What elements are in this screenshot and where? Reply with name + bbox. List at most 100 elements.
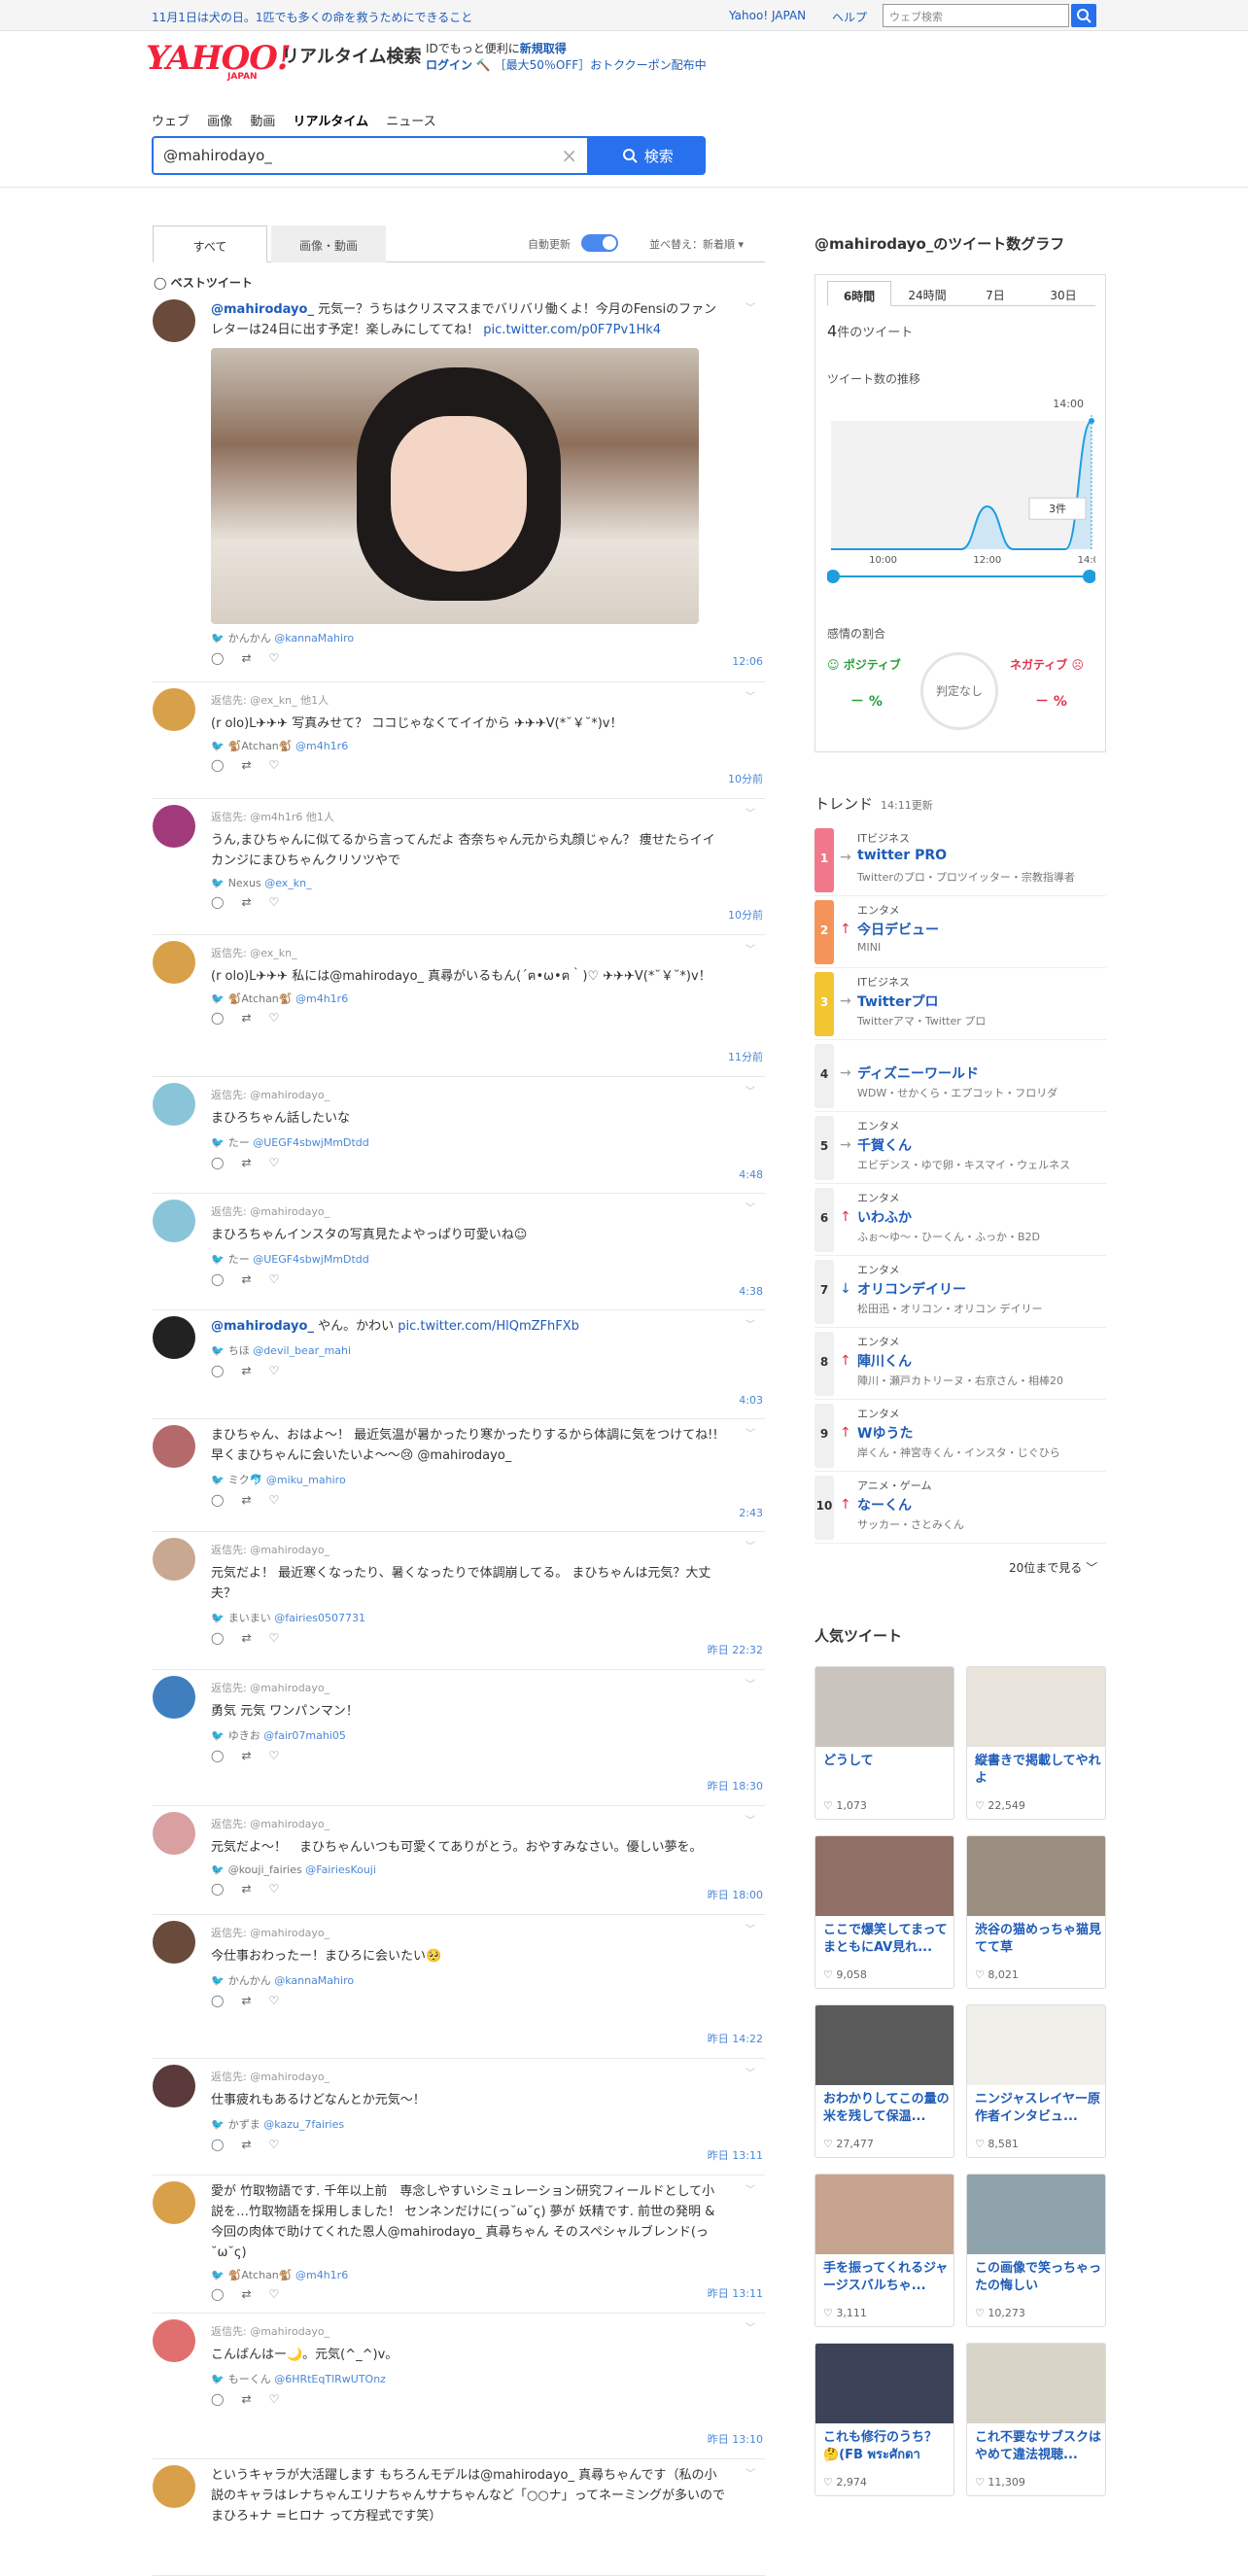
user-name[interactable]: たー [228,1136,250,1149]
reply-icon[interactable]: ◯ [211,1493,241,1507]
card-title[interactable]: 渋谷の猫めっちゃ猫見てて草 [975,1922,1101,1957]
user-handle[interactable]: @m4h1r6 [295,740,348,752]
retweet-icon[interactable]: ⇄ [241,1011,268,1025]
like-icon[interactable]: ♡ [269,2392,297,2406]
chevron-down-icon[interactable]: ﹀ [745,2319,755,2334]
chevron-down-icon[interactable]: ﹀ [745,2181,755,2196]
chevron-down-icon[interactable]: ﹀ [745,1425,755,1440]
chevron-down-icon[interactable]: ﹀ [745,1538,755,1552]
nav-video[interactable]: 動画 [250,115,275,129]
card-title[interactable]: 縦書きで掲載してやれよ [975,1753,1101,1788]
avatar[interactable] [153,1921,195,1964]
user-handle[interactable]: @fairies0507731 [274,1612,365,1624]
card-title[interactable]: ここで爆笑してまってまともにAV見れ... [823,1922,950,1957]
yahoo-logo[interactable]: YAHOO! JAPAN [146,39,292,82]
avatar[interactable] [153,1676,195,1719]
card-title[interactable]: おわかりしてこの量の米を残して保温... [823,2091,950,2126]
yahoo-japan-link[interactable]: Yahoo! JAPAN [729,9,806,22]
trend-item[interactable]: 3 → ITビジネス Twitterプロ Twitterアマ・Twitter プロ [815,968,1106,1040]
retweet-icon[interactable]: ⇄ [241,651,268,665]
chevron-down-icon[interactable]: ﹀ [745,805,755,819]
avatar[interactable] [153,2065,195,2107]
reply-icon[interactable]: ◯ [211,758,241,772]
trend-keyword[interactable]: ディズニーワールド [857,1063,979,1083]
tweet-time[interactable]: 12:06 [732,655,763,668]
nav-realtime[interactable]: リアルタイム [293,115,368,129]
chevron-down-icon[interactable]: ﹀ [745,1316,755,1331]
user-handle[interactable]: @miku_mahiro [266,1474,346,1486]
retweet-icon[interactable]: ⇄ [241,1631,268,1645]
user-name[interactable]: たー [228,1253,250,1266]
retweet-icon[interactable]: ⇄ [241,2392,268,2406]
trend-keyword[interactable]: 今日デビュー [857,920,939,939]
card-image[interactable] [967,2005,1105,2085]
popular-tweet-card[interactable]: この画像で笑っちゃったの悔しい ♡ 10,273 [966,2174,1106,2327]
user-name[interactable]: 🐒Atchan🐒 [228,2269,293,2281]
chevron-down-icon[interactable]: ﹀ [745,941,755,956]
tweet-link[interactable]: pic.twitter.com/p0F7Pv1Hk4 [483,323,661,337]
retweet-icon[interactable]: ⇄ [241,895,268,909]
reply-icon[interactable]: ◯ [211,651,241,665]
trend-item[interactable]: 10 ↑ アニメ・ゲーム なーくん サッカー・さとみくん [815,1472,1106,1544]
tweet-time[interactable]: 昨日 14:22 [708,2031,763,2046]
retweet-icon[interactable]: ⇄ [241,1749,268,1762]
clear-icon[interactable]: × [561,144,577,167]
retweet-icon[interactable]: ⇄ [241,1364,268,1377]
avatar[interactable] [153,688,195,731]
retweet-icon[interactable]: ⇄ [241,2138,268,2151]
trend-keyword[interactable]: 千賀くん [857,1135,912,1155]
user-name[interactable]: 🐒Atchan🐒 [228,740,293,752]
popular-tweet-card[interactable]: 渋谷の猫めっちゃ猫見てて草 ♡ 8,021 [966,1835,1106,1989]
web-search-button[interactable] [1071,4,1096,27]
reply-to[interactable]: 返信先: @mahirodayo_ [211,1925,726,1940]
card-image[interactable] [967,2344,1105,2423]
user-name[interactable]: かんかん [228,1974,271,1987]
reply-to[interactable]: 返信先: @mahirodayo_ [211,2323,726,2339]
avatar[interactable] [153,2181,195,2224]
mention-link[interactable]: @mahirodayo_ [211,1319,314,1334]
help-link[interactable]: ヘルプ [832,9,867,25]
nav-news[interactable]: ニュース [386,115,435,129]
card-title[interactable]: この画像で笑っちゃったの悔しい [975,2260,1101,2295]
card-title[interactable]: 手を振ってくれるジャージスバルちゃ... [823,2260,950,2295]
like-icon[interactable]: ♡ [269,1994,297,2007]
reply-to[interactable]: 返信先: @mahirodayo_ [211,2069,726,2084]
chevron-down-icon[interactable]: ﹀ [745,1200,755,1214]
reply-icon[interactable]: ◯ [211,2392,241,2406]
user-name[interactable]: ちほ [228,1344,250,1357]
reply-icon[interactable]: ◯ [211,2138,241,2151]
search-button[interactable]: 検索 [589,136,706,175]
avatar[interactable] [153,1812,195,1855]
trend-item[interactable]: 6 ↑ エンタメ いわふか ふぉ〜ゆ〜・ひーくん・ふっか・B2D [815,1184,1106,1256]
card-title[interactable]: これも修行のうち？🤔(FB พระศักดา สุนทร... [823,2429,950,2464]
avatar[interactable] [153,1538,195,1581]
graph-tab-24h[interactable]: 24時間 [895,281,959,306]
login-link[interactable]: ログイン [426,58,472,72]
user-handle[interactable]: @kannaMahiro [274,632,354,644]
auto-refresh-toggle[interactable] [581,234,618,252]
range-slider-end-handle[interactable] [1083,570,1095,583]
like-icon[interactable]: ♡ [269,895,297,909]
chevron-down-icon[interactable]: ﹀ [745,2065,755,2079]
reply-icon[interactable]: ◯ [211,895,241,909]
trend-item[interactable]: 2 ↑ エンタメ 今日デビュー MINI [815,896,1106,968]
like-icon[interactable]: ♡ [269,1749,297,1762]
nav-web[interactable]: ウェブ [152,115,190,129]
popular-tweet-card[interactable]: 手を振ってくれるジャージスバルちゃ... ♡ 3,111 [815,2174,954,2327]
user-name[interactable]: Nexus [228,877,261,889]
trend-keyword[interactable]: オリコンデイリー [857,1279,966,1299]
tweet-time[interactable]: 4:03 [739,1394,763,1407]
trend-item[interactable]: 9 ↑ エンタメ Wゆうた 岸くん・神宮寺くん・インスタ・じぐひら [815,1400,1106,1472]
reply-to[interactable]: 返信先: @mahirodayo_ [211,1542,726,1557]
trend-item[interactable]: 7 ↓ エンタメ オリコンデイリー 松田迅・オリコン・オリコン デイリー [815,1256,1106,1328]
tweet-time[interactable]: 昨日 18:30 [708,1778,763,1793]
user-name[interactable]: 🐒Atchan🐒 [228,992,293,1005]
coupon-link[interactable]: ［最大50％OFF］おトククーポン配布中 [495,58,707,72]
like-icon[interactable]: ♡ [269,1272,297,1286]
card-image[interactable] [815,2344,953,2423]
graph-tab-30d[interactable]: 30日 [1031,281,1095,306]
popular-tweet-card[interactable]: ここで爆笑してまってまともにAV見れ... ♡ 9,058 [815,1835,954,1989]
user-name[interactable]: ミク🐬 [228,1474,263,1486]
card-image[interactable] [967,1836,1105,1916]
card-title[interactable]: これ不要なサブスクはやめて違法視聴... [975,2429,1101,2464]
